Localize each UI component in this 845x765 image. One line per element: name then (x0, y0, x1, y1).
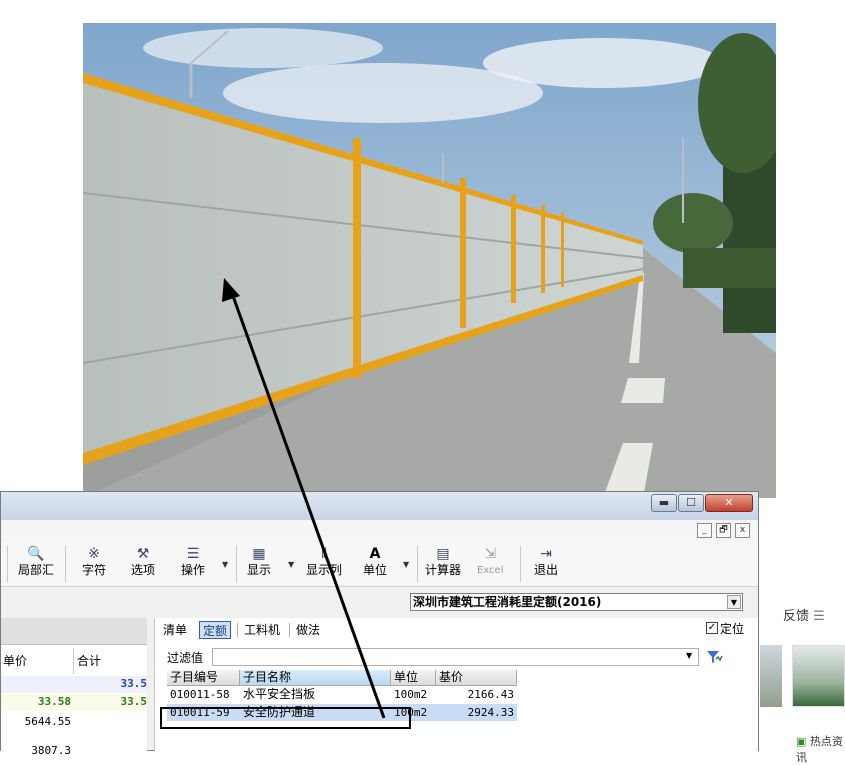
grid-header-code[interactable]: 子目编号 (167, 670, 240, 686)
locate-label: 定位 (720, 622, 745, 636)
grid-header-unit[interactable]: 单位 (391, 670, 436, 686)
window-close-button[interactable]: ✕ (705, 494, 753, 512)
feedback-link[interactable]: 反馈 ☰ (783, 605, 825, 624)
main-toolbar: 🔍 局部汇 ※ 字符 ⚒ 选项 ☰ 操作 ▼ ▦ 显示 ▼ ⫴ 显示列 A 单位 (1, 542, 758, 587)
display-button[interactable]: ▦ 显示 (247, 546, 271, 578)
col-unit-price[interactable]: 单价 (1, 648, 74, 674)
total-cell: 33.5 (120, 695, 148, 708)
tab-bill[interactable]: 清单 (160, 621, 190, 639)
unit-label: 单位 (363, 563, 388, 577)
list-icon: ☰ (186, 546, 200, 562)
mdi-restore-button[interactable]: 🗗 (716, 523, 731, 538)
tab-separator (289, 623, 290, 637)
quota-library-value: 深圳市建筑工程消耗里定额(2016) (413, 595, 602, 609)
calculator-icon: ▤ (436, 546, 450, 562)
filter-dropdown-caret[interactable]: ▼ (686, 651, 692, 660)
operation-button[interactable]: ☰ 操作 (181, 546, 205, 578)
operation-dropdown-caret[interactable]: ▼ (222, 560, 228, 569)
annotation-highlight-box (160, 707, 411, 729)
unit-cell: 100m2 (394, 688, 428, 701)
quota-browser-panel: 清单 定额 工料机 做法 ✓ 定位 过滤值 ▼ 子目编号 子目名称 单位 基价 … (154, 618, 758, 752)
toolbar-separator (236, 546, 237, 582)
price-cell: 2924.33 (467, 706, 514, 719)
bill-panel-header (1, 618, 147, 645)
display-columns-button[interactable]: ⫴ 显示列 (306, 546, 342, 578)
mdi-close-button[interactable]: x (735, 523, 750, 538)
toolbar-separator (520, 546, 521, 582)
bill-panel: 单价 合计 33.5 33.58 33.5 5644.55 3807.3 (1, 618, 148, 757)
construction-fence-photo (83, 23, 776, 498)
name-cell: 水平安全挡板 (243, 687, 316, 701)
filter-input[interactable] (212, 648, 699, 666)
calculator-label: 计算器 (425, 563, 462, 577)
toolbar-separator (7, 546, 8, 582)
locate-checkbox[interactable]: ✓ (706, 622, 718, 634)
photo-drawing (83, 23, 776, 498)
thumbnail-image[interactable] (792, 645, 845, 707)
mdi-bar: _ 🗗 x (1, 520, 758, 543)
exit-label: 退出 (534, 563, 559, 577)
font-a-icon: A (369, 546, 381, 562)
filter-label: 过滤值 (167, 651, 204, 665)
window-minimize-button[interactable]: ▬ (651, 494, 677, 512)
columns-icon: ⫴ (321, 546, 327, 562)
tab-separator (237, 623, 238, 637)
local-summary-label: 局部汇 (18, 563, 55, 577)
feedback-label: 反馈 (783, 609, 810, 624)
unit-price-cell: 33.58 (37, 695, 71, 708)
col-total[interactable]: 合计 (75, 648, 147, 674)
exit-door-icon: ⇥ (540, 546, 552, 562)
asterisk-icon: ※ (88, 546, 100, 562)
grid-header-price[interactable]: 基价 (436, 670, 517, 686)
font-label: 字符 (82, 563, 107, 577)
display-label: 显示 (247, 563, 272, 577)
display-columns-label: 显示列 (306, 563, 343, 577)
code-cell: 010011-58 (170, 688, 230, 701)
options-label: 选项 (131, 563, 156, 577)
filter-funnel-icon[interactable] (705, 648, 723, 666)
options-button[interactable]: ⚒ 选项 (131, 546, 155, 578)
calculator-button[interactable]: ▤ 计算器 (425, 546, 461, 578)
unit-button[interactable]: A 单位 (363, 546, 387, 578)
zoom-sum-icon: 🔍 (27, 546, 45, 562)
toolbar-separator (417, 546, 418, 582)
operation-label: 操作 (181, 563, 206, 577)
thumbnail-image[interactable] (760, 645, 782, 707)
price-cell: 2166.43 (467, 688, 514, 701)
tab-labor-material-machine[interactable]: 工料机 (241, 621, 283, 639)
excel-export-icon: ⇲ (484, 546, 497, 562)
window-titlebar[interactable]: ▬ ☐ ✕ (1, 492, 758, 520)
window-maximize-button[interactable]: ☐ (678, 494, 704, 512)
font-button[interactable]: ※ 字符 (82, 546, 106, 578)
quota-library-select[interactable]: 深圳市建筑工程消耗里定额(2016) ▼ (410, 593, 743, 611)
hot-news-link[interactable]: ▣ 热点资讯 (796, 733, 845, 765)
chevron-down-icon[interactable]: ▼ (727, 595, 741, 609)
exit-button[interactable]: ⇥ 退出 (534, 546, 558, 578)
hammer-icon: ⚒ (136, 546, 150, 562)
table-row[interactable]: 010011-58 水平安全挡板 100m2 2166.43 (167, 686, 517, 703)
total-cell: 33.5 (120, 677, 148, 690)
grid-header-name[interactable]: 子目名称 (240, 670, 391, 686)
feedback-icon: ☰ (813, 609, 825, 624)
display-dropdown-caret[interactable]: ▼ (288, 560, 294, 569)
unit-price-cell: 5644.55 (24, 715, 71, 728)
excel-label: Excel (477, 565, 504, 576)
display-icon: ▦ (252, 546, 266, 562)
tab-quota[interactable]: 定额 (199, 621, 232, 639)
local-summary-button[interactable]: 🔍 局部汇 (18, 546, 54, 578)
mdi-minimize-button[interactable]: _ (697, 523, 712, 538)
toolbar-separator (65, 546, 66, 582)
tab-method[interactable]: 做法 (293, 621, 323, 639)
excel-button[interactable]: ⇲ Excel (477, 546, 504, 578)
unit-dropdown-caret[interactable]: ▼ (403, 560, 409, 569)
news-icon: ▣ (796, 735, 807, 748)
